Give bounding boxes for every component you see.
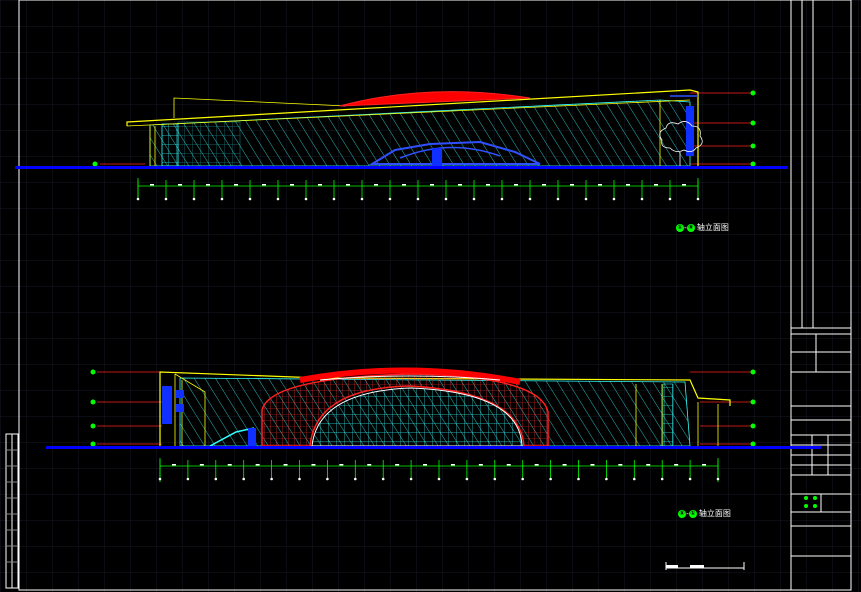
dimension-text-mark <box>570 184 574 186</box>
dimension-node <box>465 477 469 481</box>
elevation-b-caption: ⑧-① 轴立面图 <box>678 509 731 518</box>
dimension-text-mark <box>590 464 595 466</box>
dimension-node <box>444 197 448 201</box>
dimension-text-mark <box>542 184 546 186</box>
dimension-text-mark <box>374 184 378 186</box>
dimension-text-mark <box>150 184 154 186</box>
dimension-text-mark <box>458 184 462 186</box>
dimension-text-mark <box>514 184 518 186</box>
dimension-node <box>521 477 524 481</box>
dimension-text-mark <box>534 464 539 466</box>
dimension-node <box>136 197 140 201</box>
dimension-text-mark <box>674 464 679 466</box>
dimension-text-mark <box>234 184 238 186</box>
dimension-node <box>528 197 532 201</box>
dimension-node <box>158 477 162 481</box>
axis-marker-start: ① <box>676 223 684 232</box>
dimension-text-mark <box>199 464 204 466</box>
dimension-node <box>640 197 644 201</box>
dimension-node <box>214 477 218 481</box>
dimension-node <box>605 477 608 481</box>
dimension-node <box>186 477 190 481</box>
dimension-node <box>409 477 413 481</box>
dimension-node <box>633 477 636 481</box>
dimension-text-mark <box>486 184 490 186</box>
dimension-node <box>696 197 700 201</box>
dimension-text-mark <box>598 184 602 186</box>
dimension-node <box>688 477 692 481</box>
dimension-text-mark <box>311 464 316 466</box>
elevation-a-caption: ①-⑧ 轴立面图 <box>676 223 729 232</box>
dimension-text-mark <box>654 184 658 186</box>
dimension-text-mark <box>171 464 176 466</box>
dimension-text-mark <box>206 184 210 186</box>
dimension-node <box>192 197 196 201</box>
dimension-text-mark <box>339 464 344 466</box>
axis-marker-end: ⑧ <box>686 223 695 232</box>
dimension-text-mark <box>626 184 630 186</box>
dimension-node <box>493 477 497 481</box>
dimension-node <box>248 197 252 201</box>
dimension-text-mark <box>255 464 260 466</box>
dimension-node <box>354 477 357 481</box>
dimension-node <box>416 197 420 201</box>
dimension-text-mark <box>423 464 428 466</box>
dimension-text-mark <box>346 184 350 186</box>
axis-marker-start: ⑧ <box>678 509 686 518</box>
dimension-node <box>716 477 720 481</box>
dimension-node <box>332 197 336 201</box>
dimension-node <box>437 477 441 481</box>
elevation-a-title: 轴立面图 <box>696 223 729 232</box>
dimension-text-mark <box>646 464 651 466</box>
dimension-node <box>164 197 168 201</box>
dimension-node <box>304 197 308 201</box>
dimension-text-mark <box>682 184 686 186</box>
dimension-text-mark <box>562 464 567 466</box>
dimension-text-mark <box>402 184 406 186</box>
dimension-text-mark <box>290 184 294 186</box>
dimension-node <box>668 197 672 201</box>
dimension-node <box>360 197 364 201</box>
dimension-text-mark <box>478 464 483 466</box>
dimension-text-mark <box>178 184 182 186</box>
dimension-node <box>660 477 664 481</box>
dimension-text-mark <box>618 464 623 466</box>
elevation-b-title: 轴立面图 <box>698 509 731 518</box>
background-grid <box>0 0 861 592</box>
dimension-text-mark <box>702 464 707 466</box>
dimension-text-mark <box>283 464 288 466</box>
dimension-text-mark <box>318 184 322 186</box>
dimension-text-mark <box>262 184 266 186</box>
dimension-node <box>220 197 224 201</box>
dimension-text-mark <box>450 464 455 466</box>
dimension-text-mark <box>506 464 511 466</box>
dimension-node <box>500 197 504 201</box>
dimension-node <box>577 477 580 481</box>
dimension-text-mark <box>430 184 434 186</box>
dimension-text-mark <box>395 464 400 466</box>
dimension-node <box>326 477 329 481</box>
dimension-node <box>276 197 280 201</box>
dimension-node <box>270 477 273 481</box>
dimension-node <box>584 197 588 201</box>
dimension-text-mark <box>367 464 372 466</box>
dimension-node <box>298 477 301 481</box>
dimension-node <box>556 197 560 201</box>
dimension-node <box>381 477 385 481</box>
dimension-node <box>612 197 616 201</box>
dimension-node <box>388 197 392 201</box>
axis-marker-end: ① <box>688 509 697 518</box>
cad-drawing-canvas <box>0 0 861 592</box>
dimension-node <box>472 197 476 201</box>
dimension-node <box>549 477 552 481</box>
dimension-node <box>242 477 245 481</box>
dimension-text-mark <box>227 464 232 466</box>
